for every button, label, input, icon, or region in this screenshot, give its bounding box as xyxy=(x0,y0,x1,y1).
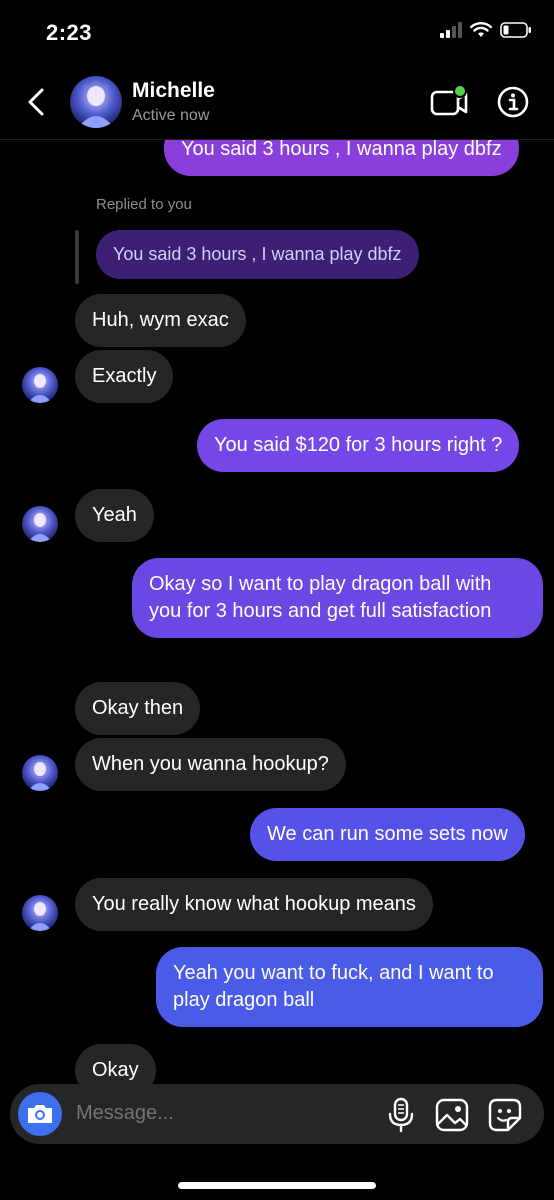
contact-name[interactable]: Michelle xyxy=(132,79,215,103)
incoming-message[interactable]: Yeah xyxy=(75,489,154,542)
message-thread[interactable]: You said 3 hours , I wanna play dbfz Rep… xyxy=(0,0,554,1200)
message-composer xyxy=(10,1084,544,1144)
sticker-icon xyxy=(488,1098,522,1132)
incoming-message[interactable]: Okay then xyxy=(75,682,201,735)
voice-message-button[interactable] xyxy=(386,1097,416,1133)
home-indicator[interactable] xyxy=(178,1182,376,1189)
incoming-message[interactable]: Huh, wym exac xyxy=(75,294,246,347)
info-button[interactable] xyxy=(496,85,530,119)
outgoing-message[interactable]: We can run some sets now xyxy=(250,808,525,861)
gallery-icon xyxy=(435,1098,469,1132)
back-button[interactable] xyxy=(22,84,52,120)
back-icon xyxy=(28,88,44,116)
contact-avatar[interactable] xyxy=(22,895,58,931)
message-input[interactable] xyxy=(76,1102,356,1125)
sticker-button[interactable] xyxy=(488,1098,522,1132)
contact-avatar[interactable] xyxy=(22,367,58,403)
camera-icon xyxy=(28,1105,52,1123)
outgoing-message[interactable]: You said $120 for 3 hours right ? xyxy=(197,419,520,472)
incoming-message[interactable]: Exactly xyxy=(75,350,174,403)
reply-label: Replied to you xyxy=(96,196,192,213)
info-icon xyxy=(497,86,529,118)
gallery-button[interactable] xyxy=(435,1098,469,1132)
contact-avatar[interactable] xyxy=(22,506,58,542)
reply-quote-bar xyxy=(75,230,79,284)
contact-avatar[interactable] xyxy=(22,755,58,791)
contact-avatar-large[interactable] xyxy=(70,76,122,128)
active-status: Active now xyxy=(132,107,210,124)
replied-message-quote[interactable]: You said 3 hours , I wanna play dbfz xyxy=(96,230,419,279)
video-call-button[interactable] xyxy=(430,84,470,120)
outgoing-message[interactable]: Yeah you want to fuck, and I want to pla… xyxy=(156,947,543,1027)
incoming-message[interactable]: You really know what hookup means xyxy=(75,878,433,931)
conversation-header: Michelle Active now xyxy=(0,64,554,140)
incoming-message[interactable]: When you wanna hookup? xyxy=(75,738,346,791)
microphone-icon xyxy=(388,1097,414,1133)
camera-button[interactable] xyxy=(18,1092,62,1136)
outgoing-message[interactable]: Okay so I want to play dragon ball with … xyxy=(132,558,543,638)
video-call-icon xyxy=(430,84,468,116)
